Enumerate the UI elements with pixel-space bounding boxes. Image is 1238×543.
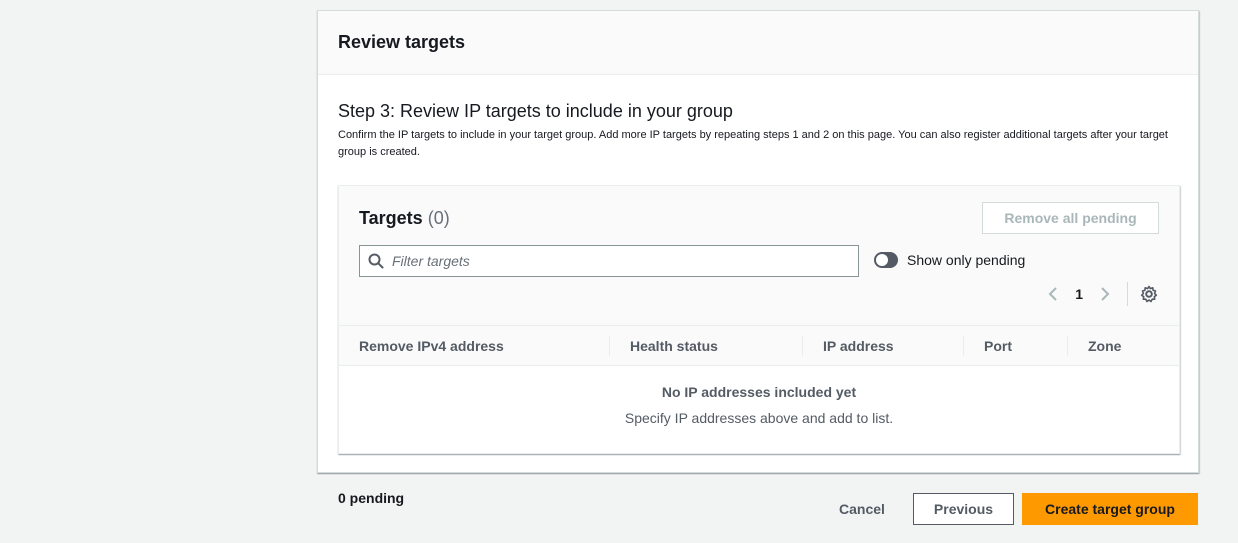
chevron-left-icon[interactable]: [1043, 284, 1063, 304]
column-header-ip-address: IP address: [803, 326, 964, 365]
toggle-knob: [876, 254, 888, 266]
pending-count: 0 pending: [338, 490, 405, 506]
panel-header: Review targets: [318, 11, 1198, 75]
table-header: Remove IPv4 address Health status IP add…: [339, 326, 1179, 366]
column-header-zone: Zone: [1068, 326, 1179, 365]
step-description: Confirm the IP targets to include in you…: [338, 129, 1168, 158]
empty-state-description: Specify IP addresses above and add to li…: [624, 410, 894, 426]
search-icon: [368, 253, 384, 269]
targets-toolbar: Targets (0) Remove all pending Show only…: [339, 186, 1179, 326]
create-target-group-button[interactable]: Create target group: [1022, 493, 1198, 525]
column-header-health-status: Health status: [610, 326, 803, 365]
toggle-label: Show only pending: [907, 252, 1026, 268]
targets-count: (0): [427, 208, 450, 228]
review-targets-panel: Review targets Step 3: Review IP targets…: [317, 10, 1199, 473]
step-title: Step 3: Review IP targets to include in …: [338, 101, 733, 121]
cancel-button[interactable]: Cancel: [826, 493, 898, 525]
column-label: IP address: [823, 337, 894, 354]
empty-state: No IP addresses included yet Specify IP …: [339, 367, 1179, 426]
show-only-pending-toggle[interactable]: Show only pending: [874, 252, 1025, 268]
column-header-port: Port: [964, 326, 1068, 365]
column-label: Port: [984, 337, 1012, 354]
previous-button[interactable]: Previous: [913, 493, 1014, 525]
gear-icon[interactable]: [1139, 284, 1159, 304]
chevron-right-icon[interactable]: [1095, 284, 1115, 304]
column-label: Zone: [1088, 337, 1122, 354]
toggle-switch[interactable]: [874, 252, 898, 268]
empty-state-title: No IP addresses included yet: [661, 384, 857, 400]
panel-title: Review targets: [338, 32, 466, 52]
pagination: 1: [1043, 282, 1159, 306]
column-label: Remove IPv4 address: [359, 337, 504, 354]
filter-targets-input[interactable]: [392, 253, 842, 269]
targets-title: Targets: [359, 208, 423, 228]
targets-heading: Targets (0): [359, 208, 450, 229]
page-number[interactable]: 1: [1075, 286, 1083, 302]
column-header-remove: Remove IPv4 address: [339, 326, 610, 365]
pager-divider: [1127, 282, 1128, 306]
column-label: Health status: [630, 337, 718, 354]
targets-table-container: Targets (0) Remove all pending Show only…: [338, 185, 1180, 454]
filter-targets-field[interactable]: [359, 245, 859, 277]
remove-all-pending-button[interactable]: Remove all pending: [982, 202, 1159, 234]
